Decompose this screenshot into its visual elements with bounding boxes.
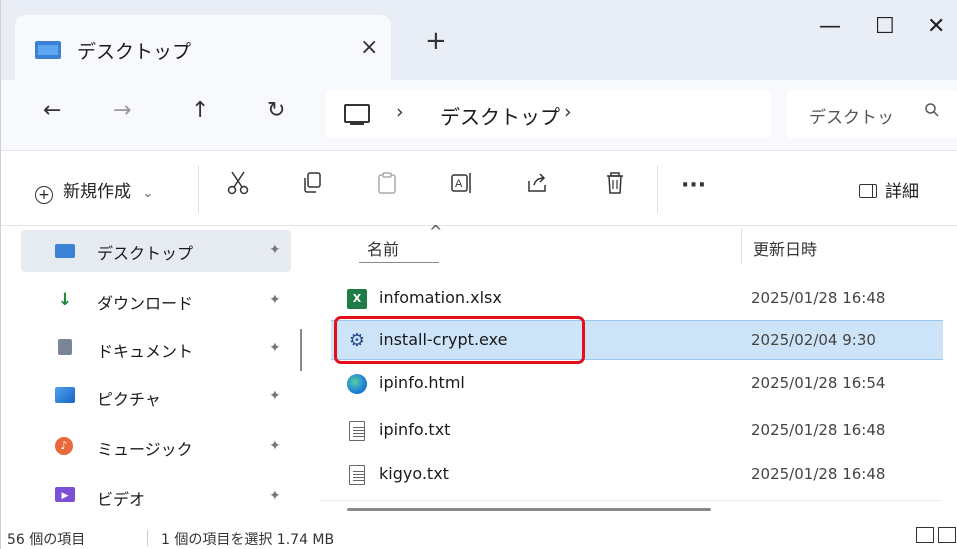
- up-button[interactable]: ↑: [191, 98, 209, 123]
- more-options-button[interactable]: ···: [681, 173, 706, 198]
- desktop-icon: [35, 41, 61, 59]
- horizontal-scrollbar[interactable]: [347, 508, 711, 511]
- file-date: 2025/01/28 16:48: [751, 421, 886, 439]
- close-window-button[interactable]: ✕: [927, 14, 945, 39]
- address-bar[interactable]: › デスクトップ ›: [326, 90, 771, 138]
- column-header-modified[interactable]: 更新日時: [753, 236, 817, 260]
- plus-icon: +: [35, 186, 53, 204]
- sidebar-item-label: ミュージック: [97, 440, 193, 459]
- tab-bar: デスクトップ × + — ☐ ✕: [1, 0, 957, 80]
- pin-icon: ✦: [269, 488, 281, 504]
- file-row[interactable]: ipinfo.txt 2025/01/28 16:48: [331, 411, 943, 451]
- file-date: 2025/01/28 16:48: [751, 289, 886, 307]
- sidebar-item-videos[interactable]: ▶ ビデオ ✦: [21, 476, 291, 518]
- sidebar-item-label: ピクチャ: [97, 390, 161, 409]
- video-icon: ▶: [55, 487, 75, 502]
- horizontal-scroll-track: [319, 500, 941, 501]
- search-box[interactable]: デスクトッ: [787, 90, 957, 138]
- column-divider[interactable]: [741, 228, 742, 264]
- cut-icon[interactable]: [227, 171, 249, 195]
- search-placeholder: デスクトッ: [809, 108, 894, 128]
- chevron-down-icon: ⌄: [142, 186, 154, 201]
- pin-icon: ✦: [269, 292, 281, 308]
- partial-row-edge: [359, 262, 439, 269]
- breadcrumb-separator: ›: [396, 101, 404, 123]
- toolbar-divider: [198, 165, 199, 213]
- computer-icon: [344, 104, 370, 125]
- file-row[interactable]: ipinfo.html 2025/01/28 16:54: [331, 364, 943, 404]
- sidebar-item-label: ダウンロード: [97, 294, 194, 313]
- command-bar: + 新規作成 ⌄ A ··· 詳細: [1, 150, 957, 226]
- breadcrumb-desktop[interactable]: デスクトップ: [440, 101, 560, 130]
- pin-icon: ✦: [269, 340, 281, 356]
- file-name: ipinfo.html: [379, 373, 465, 392]
- file-date: 2025/01/28 16:54: [751, 374, 886, 392]
- sidebar-item-desktop[interactable]: デスクトップ ✦: [21, 230, 291, 272]
- text-file-icon: [349, 465, 365, 485]
- details-view-icon[interactable]: [916, 527, 934, 543]
- file-explorer-window: デスクトップ × + — ☐ ✕ ← → ↑ ↻ › デスクトップ › デスクト…: [0, 0, 957, 549]
- download-icon: ↓: [57, 290, 73, 310]
- sort-ascending-icon: ^: [429, 222, 443, 241]
- file-name: infomation.xlsx: [379, 288, 502, 307]
- pictures-icon: [55, 387, 75, 403]
- pin-icon: ✦: [269, 388, 281, 404]
- details-pane-icon: [859, 184, 877, 198]
- maximize-button[interactable]: ☐: [875, 14, 895, 39]
- details-label: 詳細: [885, 182, 919, 202]
- selection-info: 1 個の項目を選択 1.74 MB: [161, 532, 335, 548]
- refresh-button[interactable]: ↻: [267, 98, 285, 123]
- file-row[interactable]: X infomation.xlsx 2025/01/28 16:48: [331, 279, 943, 319]
- sidebar-item-pictures[interactable]: ピクチャ ✦: [21, 376, 291, 418]
- sidebar-item-label: ドキュメント: [97, 342, 194, 361]
- pin-icon: ✦: [269, 242, 281, 258]
- sidebar-item-documents[interactable]: ドキュメント ✦: [21, 328, 291, 370]
- back-button[interactable]: ←: [43, 98, 61, 123]
- tab-title: デスクトップ: [77, 41, 192, 63]
- minimize-button[interactable]: —: [819, 14, 841, 39]
- tiles-view-icon[interactable]: [938, 527, 956, 543]
- navigation-bar: ← → ↑ ↻ › デスクトップ › デスクトッ: [1, 80, 957, 150]
- toolbar-divider: [657, 165, 658, 213]
- file-date: 2025/01/28 16:48: [751, 465, 886, 483]
- red-highlight-box: [334, 316, 585, 364]
- item-count: 56 個の項目: [7, 532, 86, 548]
- rename-icon[interactable]: A: [450, 171, 474, 195]
- status-bar: 56 個の項目 1 個の項目を選択 1.74 MB: [1, 524, 957, 549]
- desktop-icon: [55, 244, 75, 258]
- navigation-pane: デスクトップ ✦ ↓ ダウンロード ✦ ドキュメント ✦ ピクチャ ✦ ♪ ミュ…: [1, 226, 301, 524]
- sidebar-item-downloads[interactable]: ↓ ダウンロード ✦: [21, 280, 291, 322]
- sidebar-item-label: ビデオ: [97, 490, 146, 509]
- file-row[interactable]: kigyo.txt 2025/01/28 16:48: [331, 455, 943, 495]
- file-name: ipinfo.txt: [379, 420, 451, 439]
- text-file-icon: [349, 421, 365, 441]
- new-tab-button[interactable]: +: [425, 28, 447, 54]
- share-icon[interactable]: [526, 171, 548, 195]
- file-date: 2025/02/04 9:30: [751, 331, 876, 349]
- breadcrumb-separator[interactable]: ›: [564, 101, 572, 123]
- new-button[interactable]: + 新規作成 ⌄: [35, 177, 153, 204]
- column-header-name[interactable]: 名前: [367, 236, 399, 260]
- details-pane-button[interactable]: 詳細: [859, 177, 919, 202]
- file-name: kigyo.txt: [379, 464, 449, 483]
- svg-text:A: A: [455, 178, 463, 190]
- paste-icon[interactable]: [376, 171, 398, 195]
- delete-icon[interactable]: [605, 171, 625, 195]
- music-icon: ♪: [55, 437, 73, 455]
- sidebar-item-music[interactable]: ♪ ミュージック ✦: [21, 426, 291, 468]
- edge-html-icon: [347, 374, 367, 394]
- document-icon: [58, 339, 72, 355]
- sidebar-scrollbar[interactable]: [300, 329, 302, 371]
- status-divider: [147, 530, 148, 546]
- forward-button[interactable]: →: [113, 98, 131, 123]
- pin-icon: ✦: [269, 438, 281, 454]
- search-icon: [925, 103, 939, 117]
- tab-close-icon[interactable]: ×: [360, 35, 378, 60]
- sidebar-item-label: デスクトップ: [97, 244, 194, 263]
- tab-desktop[interactable]: デスクトップ ×: [15, 15, 391, 80]
- copy-icon[interactable]: [301, 171, 323, 195]
- new-button-label: 新規作成: [63, 182, 131, 202]
- excel-file-icon: X: [347, 289, 367, 309]
